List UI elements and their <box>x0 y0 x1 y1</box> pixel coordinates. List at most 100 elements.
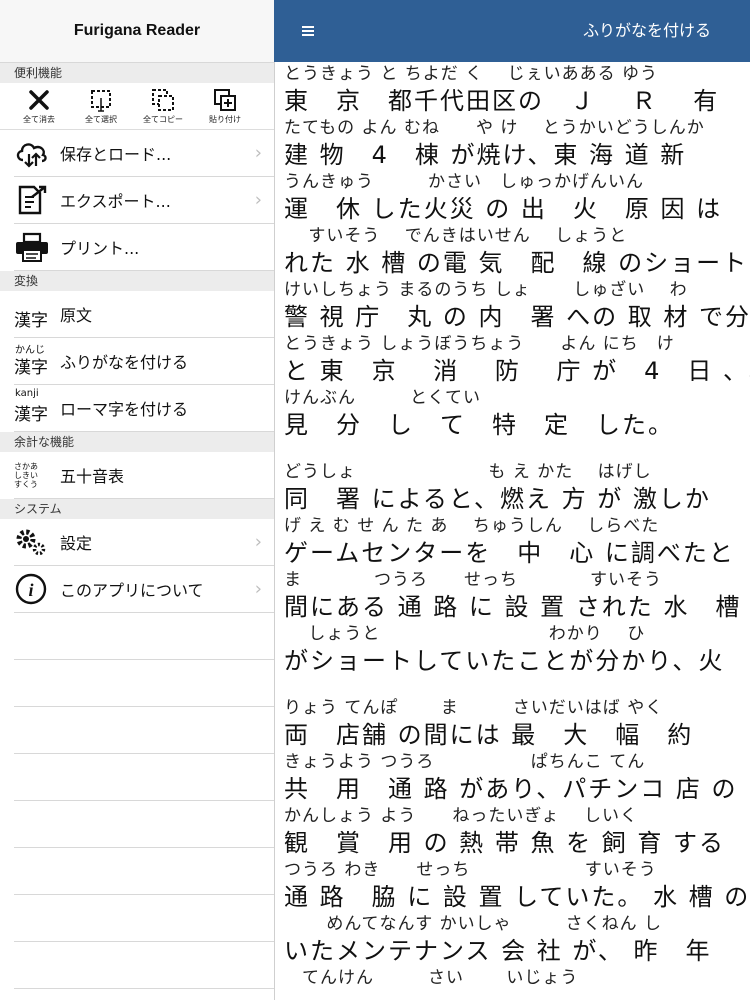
save-load-item[interactable]: 保存とロード... › <box>14 130 274 177</box>
empty-row <box>14 754 274 801</box>
sidebar: Furigana Reader 便利機能 全て消去 全て選択 全てコピー 貼り付… <box>0 0 275 1000</box>
text-line: ゲームセンターを 中 心 に調べたと <box>284 539 735 567</box>
kanji-icon-big: 漢字 <box>14 358 48 378</box>
svg-text:さかあ: さかあ <box>14 462 38 471</box>
section-features: 便利機能 <box>0 63 274 83</box>
text-line: いたメンテナンス 会 社 が、 昨 年 <box>284 937 738 965</box>
furigana-line: けいしちょう まるのうち しょ しゅざい わ <box>284 280 688 300</box>
gojuon-label: 五十音表 <box>60 467 125 486</box>
paste-icon <box>214 89 236 111</box>
text-line: 両 店舗 の間には 最 大 幅 約 <box>284 721 694 749</box>
furigana-line: すいそう でんきはいせん しょうと <box>284 226 628 246</box>
menu-button[interactable] <box>288 11 328 51</box>
furigana-line: げ え む せ ん た あ ちゅうしん しらべた <box>284 516 660 536</box>
furigana-line: けんぶん とくてい <box>284 388 481 408</box>
text-line: れた 水 槽 の電 気 配 線 のショート <box>284 249 749 277</box>
text-line: 観 賞 用 の 熱 帯 魚 を 飼 育 する <box>284 829 726 857</box>
save-load-label: 保存とロード... <box>60 145 172 164</box>
svg-text:しきい: しきい <box>14 471 38 480</box>
text-line: 警 視 庁 丸 の 内 署 への 取 材 で分 <box>284 303 750 331</box>
furigana-line: しょうと わかり ひ <box>284 624 646 644</box>
text-line: 運 休 した火災 の 出 火 原 因 は <box>284 195 723 223</box>
info-icon: i <box>14 569 54 609</box>
chevron-right-icon: › <box>254 142 262 164</box>
select-all-icon <box>91 90 111 112</box>
section-system: システム <box>0 499 274 519</box>
text-line: 通 路 脇 に 設 置 していた。 水 槽 の <box>284 883 750 911</box>
text-line: 共 用 通 路 があり、パチンコ 店 の <box>284 775 738 803</box>
empty-row <box>14 801 274 848</box>
original-text-label: 原文 <box>60 306 93 325</box>
main-panel: ふりがなを付ける とうきょう と ちよだ く じぇいあある ゆう 東 京 都千代… <box>274 0 750 1000</box>
furigana-line: とうきょう しょうぼうちょう よん にち け <box>284 334 675 354</box>
empty-row <box>14 848 274 895</box>
gojuon-item[interactable]: さかあ しきい すくう 五十音表 <box>14 452 274 499</box>
paste-label: 貼り付け <box>209 115 241 124</box>
furigana-line: てんけん さい いじょう <box>284 968 579 988</box>
section-convert: 変換 <box>0 271 274 291</box>
select-all-button[interactable]: 全て選択 <box>70 83 132 129</box>
export-item[interactable]: エクスポート... › <box>14 177 274 224</box>
kanji-icon-big: 漢字 <box>14 405 48 425</box>
text-line <box>284 990 750 1000</box>
original-text-item[interactable]: 漢字 原文 <box>14 291 274 338</box>
furigana-line: うんきゅう かさい しゅっかげんいん <box>284 172 644 192</box>
select-all-label: 全て選択 <box>85 115 117 124</box>
furigana-line: つうろ わき せっち すいそう <box>284 860 657 880</box>
furigana-line: りょう てんぽ ま さいだいはば やく <box>284 698 664 718</box>
gear-icon <box>14 522 54 562</box>
paste-button[interactable]: 貼り付け <box>194 83 256 129</box>
app-title: Furigana Reader <box>73 22 201 39</box>
export-icon <box>14 180 54 220</box>
furigana-line: ま つうろ せっち すいそう <box>284 570 662 590</box>
kanji-romaji-icon: kanji 漢字 <box>14 388 54 428</box>
printer-icon <box>14 227 54 267</box>
add-romaji-item[interactable]: kanji 漢字 ローマ字を付ける <box>14 385 274 432</box>
empty-row <box>14 660 274 707</box>
text-line: 見 分 し て 特 定 した。 <box>284 411 674 439</box>
print-item[interactable]: プリント... <box>14 224 274 271</box>
gojuon-icon: さかあ しきい すくう <box>14 455 54 495</box>
empty-row <box>14 707 274 754</box>
kanji-icon-big: 漢字 <box>14 311 48 331</box>
furigana-line: かんしょう よう ねったいぎょ しいく <box>284 806 638 826</box>
text-line: 同 署 によると、燃え 方 が 激しか <box>284 485 711 513</box>
cloud-sync-icon <box>14 133 54 173</box>
empty-row <box>14 895 274 942</box>
text-line: がショートしていたことが分かり、火 <box>284 647 725 675</box>
add-romaji-label: ローマ字を付ける <box>60 400 189 419</box>
chevron-right-icon: › <box>254 189 262 211</box>
export-label: エクスポート... <box>60 192 171 211</box>
text-line: 間にある 通 路 に 設 置 された 水 槽 の <box>284 593 750 621</box>
add-furigana-button[interactable]: ふりがなを付ける <box>583 0 711 62</box>
clear-all-label: 全て消去 <box>23 115 55 124</box>
copy-all-label: 全てコピー <box>143 115 183 124</box>
clear-all-button[interactable]: 全て消去 <box>8 83 70 129</box>
add-furigana-item[interactable]: かんじ 漢字 ふりがなを付ける <box>14 338 274 385</box>
settings-item[interactable]: 設定 › <box>14 519 274 566</box>
empty-row <box>14 613 274 660</box>
text-line: と 東 京 消 防 庁 が 4 日 、現 <box>284 357 750 385</box>
text-line: 建 物 4 棟 が焼け、東 海 道 新 <box>284 141 687 169</box>
kanji-furigana-icon: かんじ 漢字 <box>14 341 54 381</box>
furigana-line: めんてなんす かいしゃ さくねん し <box>284 914 663 934</box>
svg-text:すくう: すくう <box>14 480 38 489</box>
copy-all-button[interactable]: 全てコピー <box>132 83 194 129</box>
furigana-line: とうきょう と ちよだ く じぇいあある ゆう <box>284 64 659 84</box>
close-icon <box>29 90 49 110</box>
reader-text[interactable]: とうきょう と ちよだ く じぇいあある ゆう 東 京 都千代田区の Ｊ Ｒ 有… <box>274 62 750 1000</box>
edit-toolbar: 全て消去 全て選択 全てコピー 貼り付け <box>0 83 274 130</box>
empty-row <box>14 942 274 989</box>
about-label: このアプリについて <box>60 581 204 600</box>
sidebar-header: Furigana Reader <box>0 0 274 63</box>
furigana-line: たてもの よん むね や け とうかいどうしんか <box>284 118 705 138</box>
chevron-right-icon: › <box>254 578 262 600</box>
hamburger-icon <box>302 26 314 36</box>
about-item[interactable]: i このアプリについて › <box>14 566 274 613</box>
settings-label: 設定 <box>60 534 93 553</box>
kanji-icon: 漢字 <box>14 294 54 334</box>
top-bar: ふりがなを付ける <box>274 0 750 62</box>
kanji-icon-small: kanji <box>15 388 39 399</box>
